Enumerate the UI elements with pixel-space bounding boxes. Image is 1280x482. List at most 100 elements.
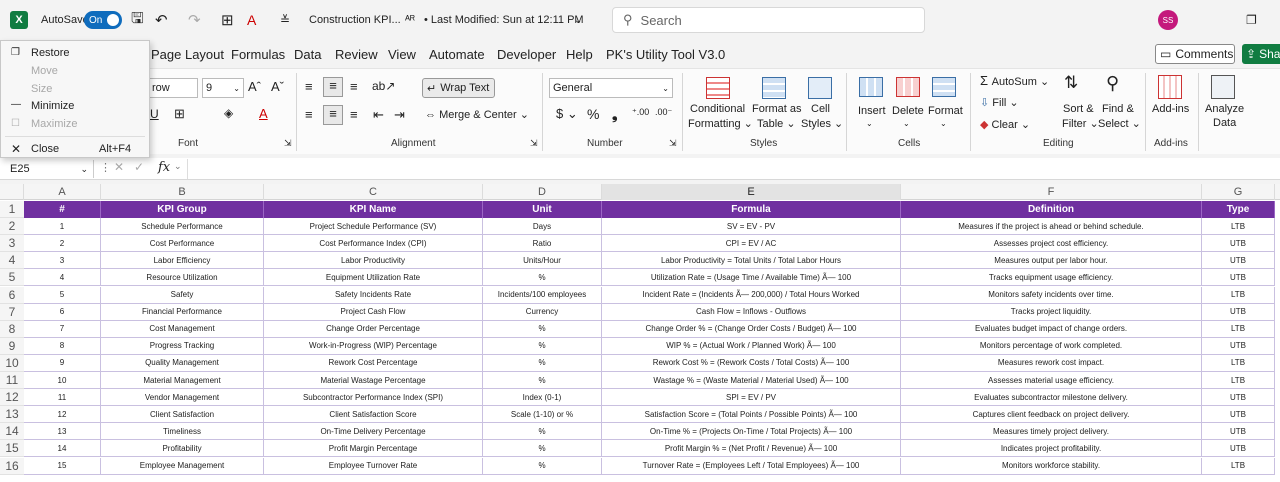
enter-icon[interactable]: ✓ bbox=[134, 160, 144, 174]
conditional-formatting-label-1[interactable]: Conditional bbox=[690, 103, 745, 115]
tab-page-layout[interactable]: Page Layout bbox=[151, 47, 224, 62]
table-cell[interactable]: Measures output per labor hour. bbox=[901, 252, 1202, 270]
table-cell[interactable]: Schedule Performance bbox=[101, 218, 264, 236]
table-cell[interactable]: On-Time % = (Projects On-Time / Total Pr… bbox=[602, 423, 901, 441]
format-as-table-label-1[interactable]: Format as bbox=[752, 103, 802, 115]
undo-icon[interactable]: ↶ bbox=[155, 0, 168, 40]
table-cell[interactable]: Material Management bbox=[101, 372, 264, 390]
column-header-e[interactable]: E bbox=[602, 184, 901, 200]
table-cell[interactable]: SV = EV - PV bbox=[602, 218, 901, 236]
table-cell[interactable]: 12 bbox=[24, 406, 101, 424]
row-header-15[interactable]: 15 bbox=[0, 440, 24, 458]
table-cell[interactable]: 13 bbox=[24, 423, 101, 441]
row-header-11[interactable]: 11 bbox=[0, 372, 24, 390]
increase-decimal-icon[interactable]: ⁺.00 bbox=[632, 107, 649, 118]
table-cell[interactable]: LTB bbox=[1202, 354, 1275, 372]
analyze-data-icon[interactable] bbox=[1211, 75, 1235, 99]
comments-button[interactable]: ▭ Comments bbox=[1155, 44, 1235, 64]
table-cell[interactable]: 9 bbox=[24, 354, 101, 372]
chevron-down-icon[interactable]: ⌄ bbox=[574, 0, 582, 40]
cell-styles-label-1[interactable]: Cell bbox=[811, 103, 830, 115]
tab-help[interactable]: Help bbox=[566, 47, 593, 62]
row-header-2[interactable]: 2 bbox=[0, 218, 24, 236]
formula-input[interactable] bbox=[187, 159, 1277, 179]
column-header-b[interactable]: B bbox=[101, 184, 264, 200]
spreadsheet-grid[interactable]: ABCDEFG 1 # KPI Group KPI Name Unit Formula De… bbox=[0, 184, 1280, 482]
table-cell[interactable]: Client Satisfaction Score bbox=[264, 406, 483, 424]
table-cell[interactable]: Profitability bbox=[101, 440, 264, 458]
table-cell[interactable]: Rework Cost % = (Rework Costs / Total Co… bbox=[602, 354, 901, 372]
table-cell[interactable]: Work-in-Progress (WIP) Percentage bbox=[264, 337, 483, 355]
table-cell[interactable]: % bbox=[483, 354, 602, 372]
tab-developer[interactable]: Developer bbox=[497, 47, 556, 62]
align-right-icon[interactable]: ≡ bbox=[350, 107, 358, 122]
save-icon[interactable]: 🖫 bbox=[131, 0, 144, 40]
row-header-8[interactable]: 8 bbox=[0, 320, 24, 338]
avatar[interactable]: SS bbox=[1158, 10, 1178, 30]
table-cell[interactable]: 3 bbox=[24, 252, 101, 270]
format-cells-icon[interactable] bbox=[932, 77, 956, 97]
table-cell[interactable]: Scale (1-10) or % bbox=[483, 406, 602, 424]
column-header-c[interactable]: C bbox=[264, 184, 483, 200]
table-cell[interactable]: Days bbox=[483, 218, 602, 236]
table-cell[interactable]: Change Order Percentage bbox=[264, 320, 483, 338]
tab-automate[interactable]: Automate bbox=[429, 47, 485, 62]
table-cell[interactable]: Cost Performance Index (CPI) bbox=[264, 235, 483, 253]
table-cell[interactable]: Profit Margin Percentage bbox=[264, 440, 483, 458]
table-cell[interactable]: Cost Management bbox=[101, 320, 264, 338]
table-cell[interactable]: Employee Turnover Rate bbox=[264, 457, 483, 475]
add-ins-label[interactable]: Add-ins bbox=[1152, 103, 1189, 115]
table-cell[interactable]: Tracks equipment usage efficiency. bbox=[901, 269, 1202, 287]
tab-formulas[interactable]: Formulas bbox=[231, 47, 285, 62]
chevron-down-icon[interactable]: ⌄ bbox=[174, 161, 182, 172]
column-header-d[interactable]: D bbox=[483, 184, 602, 200]
table-cell[interactable]: Ratio bbox=[483, 235, 602, 253]
font-dialog-launcher-icon[interactable]: ⇲ bbox=[284, 138, 292, 149]
table-cell[interactable]: CPI = EV / AC bbox=[602, 235, 901, 253]
table-cell[interactable]: 15 bbox=[24, 457, 101, 475]
delete-cells-icon[interactable] bbox=[896, 77, 920, 97]
find-select-label-1[interactable]: Find & bbox=[1102, 103, 1134, 115]
table-cell[interactable]: SPI = EV / PV bbox=[602, 389, 901, 407]
table-cell[interactable]: Rework Cost Percentage bbox=[264, 354, 483, 372]
table-cell[interactable]: Wastage % = (Waste Material / Material U… bbox=[602, 372, 901, 390]
share-people-icon[interactable]: ᴬᴿ bbox=[405, 0, 415, 40]
align-bottom-icon[interactable]: ≡ bbox=[350, 79, 358, 94]
table-cell[interactable]: Satisfaction Score = (Total Points / Pos… bbox=[602, 406, 901, 424]
table-cell[interactable]: Evaluates subcontractor milestone delive… bbox=[901, 389, 1202, 407]
table-cell[interactable]: 5 bbox=[24, 286, 101, 304]
table-cell[interactable]: Safety bbox=[101, 286, 264, 304]
table-cell[interactable]: Assesses project cost efficiency. bbox=[901, 235, 1202, 253]
table-cell[interactable]: % bbox=[483, 457, 602, 475]
table-cell[interactable]: Client Satisfaction bbox=[101, 406, 264, 424]
table-cell[interactable]: 6 bbox=[24, 303, 101, 321]
table-cell[interactable]: LTB bbox=[1202, 218, 1275, 236]
align-left-icon[interactable]: ≡ bbox=[305, 107, 313, 122]
table-cell[interactable]: UTB bbox=[1202, 440, 1275, 458]
table-cell[interactable]: Progress Tracking bbox=[101, 337, 264, 355]
table-cell[interactable]: Project Cash Flow bbox=[264, 303, 483, 321]
orientation-icon[interactable]: ab↗ bbox=[372, 79, 395, 93]
table-header-cell[interactable]: Unit bbox=[483, 201, 602, 219]
insert-cells-icon[interactable] bbox=[859, 77, 883, 97]
sort-filter-label-2[interactable]: Filter ⌄ bbox=[1062, 117, 1099, 130]
table-cell[interactable]: Material Wastage Percentage bbox=[264, 372, 483, 390]
table-header-cell[interactable]: Formula bbox=[602, 201, 901, 219]
table-cell[interactable]: Equipment Utilization Rate bbox=[264, 269, 483, 287]
currency-icon[interactable]: $ ⌄ bbox=[556, 106, 578, 122]
sort-filter-icon[interactable]: ⇅ bbox=[1064, 73, 1078, 93]
align-middle-icon[interactable]: ≡ bbox=[323, 77, 343, 97]
table-cell[interactable]: WIP % = (Actual Work / Planned Work) Ã— … bbox=[602, 337, 901, 355]
table-cell[interactable]: UTB bbox=[1202, 252, 1275, 270]
table-cell[interactable]: 4 bbox=[24, 269, 101, 287]
sort-filter-label-1[interactable]: Sort & bbox=[1063, 103, 1094, 115]
conditional-formatting-label-2[interactable]: Formatting ⌄ bbox=[688, 117, 753, 130]
borders-icon[interactable]: ⊞ bbox=[174, 106, 185, 122]
autosum-button[interactable]: Σ AutoSum ⌄ bbox=[980, 73, 1049, 88]
row-header-16[interactable]: 16 bbox=[0, 457, 24, 475]
autosave-toggle[interactable]: On bbox=[84, 11, 122, 29]
alignment-dialog-launcher-icon[interactable]: ⇲ bbox=[530, 138, 538, 149]
row-header-12[interactable]: 12 bbox=[0, 389, 24, 407]
table-cell[interactable]: UTB bbox=[1202, 303, 1275, 321]
table-cell[interactable]: LTB bbox=[1202, 457, 1275, 475]
